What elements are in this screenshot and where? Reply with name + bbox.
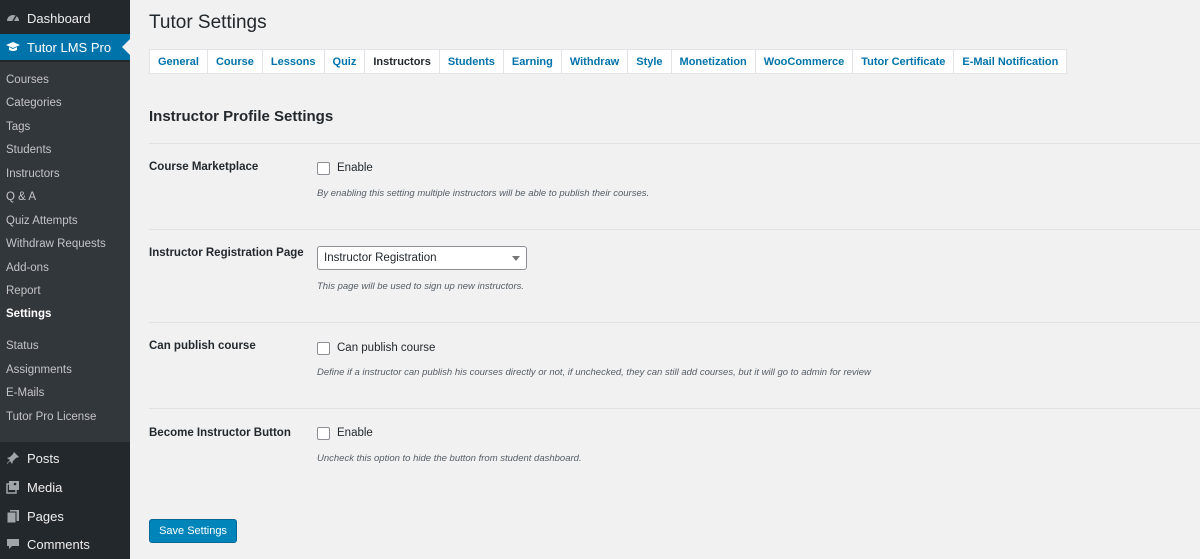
marketplace-checkbox[interactable] bbox=[317, 162, 330, 175]
divider bbox=[149, 322, 1200, 323]
marketplace-option-label[interactable]: Enable bbox=[337, 162, 373, 174]
tab-monetization[interactable]: Monetization bbox=[670, 49, 755, 74]
active-menu-arrow bbox=[122, 39, 130, 55]
submenu-report[interactable]: Report bbox=[6, 283, 41, 299]
pages-icon bbox=[6, 509, 20, 523]
become-instructor-label: Become Instructor Button bbox=[149, 427, 291, 439]
submenu-assignments[interactable]: Assignments bbox=[6, 362, 72, 378]
publish-checkbox[interactable] bbox=[317, 342, 330, 355]
submenu-tutor-pro-license[interactable]: Tutor Pro License bbox=[6, 409, 96, 425]
submenu-e-mails[interactable]: E-Mails bbox=[6, 385, 44, 401]
tab-woocommerce[interactable]: WooCommerce bbox=[754, 49, 853, 74]
tab-general[interactable]: General bbox=[149, 49, 207, 74]
become-instructor-description: Uncheck this option to hide the button f… bbox=[317, 453, 582, 464]
tab-style[interactable]: Style bbox=[627, 49, 671, 74]
dashboard-icon bbox=[6, 11, 20, 25]
tab-lessons[interactable]: Lessons bbox=[261, 49, 324, 74]
registration-label: Instructor Registration Page bbox=[149, 247, 304, 259]
divider bbox=[149, 143, 1200, 144]
marketplace-label: Course Marketplace bbox=[149, 161, 259, 173]
tutor-submenu: Courses Categories Tags Students Instruc… bbox=[0, 62, 130, 442]
menu-item-comments-label: Comments bbox=[27, 536, 90, 552]
submenu-students[interactable]: Students bbox=[6, 142, 51, 158]
tab-instructors[interactable]: Instructors bbox=[364, 49, 439, 74]
menu-item-tutor-label: Tutor LMS Pro bbox=[27, 39, 112, 55]
submenu-add-ons[interactable]: Add-ons bbox=[6, 260, 49, 276]
submenu-quiz-attempts[interactable]: Quiz Attempts bbox=[6, 213, 78, 229]
tab-e-mail-notification[interactable]: E-Mail Notification bbox=[953, 49, 1068, 74]
divider bbox=[149, 229, 1200, 230]
menu-item-media-label: Media bbox=[27, 479, 63, 495]
menu-item-dashboard-label: Dashboard bbox=[27, 10, 91, 26]
tab-students[interactable]: Students bbox=[438, 49, 503, 74]
submenu-withdraw-requests[interactable]: Withdraw Requests bbox=[6, 236, 106, 252]
submenu-tags[interactable]: Tags bbox=[6, 119, 30, 135]
marketplace-description: By enabling this setting multiple instru… bbox=[317, 188, 650, 199]
submenu-settings[interactable]: Settings bbox=[6, 306, 51, 322]
tab-tutor-certificate[interactable]: Tutor Certificate bbox=[852, 49, 954, 74]
divider bbox=[149, 408, 1200, 409]
admin-sidebar: Dashboard Tutor LMS Pro Courses Categori… bbox=[0, 0, 130, 559]
menu-item-posts[interactable]: Posts bbox=[0, 445, 130, 471]
tab-course[interactable]: Course bbox=[206, 49, 262, 74]
submenu-courses[interactable]: Courses bbox=[6, 72, 49, 88]
section-title: Instructor Profile Settings bbox=[149, 108, 334, 125]
page-title: Tutor Settings bbox=[149, 12, 267, 33]
become-instructor-checkbox[interactable] bbox=[317, 427, 330, 440]
menu-item-dashboard[interactable]: Dashboard bbox=[0, 5, 130, 31]
submenu-categories[interactable]: Categories bbox=[6, 95, 62, 111]
menu-item-posts-label: Posts bbox=[27, 450, 60, 466]
tab-quiz[interactable]: Quiz bbox=[323, 49, 365, 74]
registration-description: This page will be used to sign up new in… bbox=[317, 281, 524, 292]
submenu-status[interactable]: Status bbox=[6, 338, 39, 354]
media-icon bbox=[6, 480, 20, 494]
publish-label: Can publish course bbox=[149, 340, 256, 352]
menu-item-tutor-lms-pro[interactable]: Tutor LMS Pro bbox=[0, 34, 130, 60]
comment-bubble-icon bbox=[6, 537, 20, 551]
tab-withdraw[interactable]: Withdraw bbox=[560, 49, 628, 74]
menu-item-pages-label: Pages bbox=[27, 508, 64, 524]
settings-tabs: General Course Lessons Quiz Instructors … bbox=[149, 49, 1068, 74]
chevron-down-icon bbox=[512, 256, 520, 261]
registration-page-value: Instructor Registration bbox=[324, 252, 437, 264]
registration-page-select[interactable]: Instructor Registration bbox=[317, 246, 527, 270]
publish-option-label[interactable]: Can publish course bbox=[337, 342, 435, 354]
graduation-cap-icon bbox=[6, 40, 20, 54]
tab-earning[interactable]: Earning bbox=[502, 49, 561, 74]
submenu-qa[interactable]: Q & A bbox=[6, 189, 36, 205]
menu-item-comments[interactable]: Comments bbox=[0, 531, 130, 557]
menu-item-media[interactable]: Media bbox=[0, 474, 130, 500]
pushpin-icon bbox=[6, 451, 20, 465]
become-instructor-option-label[interactable]: Enable bbox=[337, 427, 373, 439]
publish-description: Define if a instructor can publish his c… bbox=[317, 367, 871, 378]
menu-item-pages[interactable]: Pages bbox=[0, 503, 130, 529]
submenu-instructors[interactable]: Instructors bbox=[6, 166, 60, 182]
save-settings-button[interactable]: Save Settings bbox=[149, 519, 237, 543]
